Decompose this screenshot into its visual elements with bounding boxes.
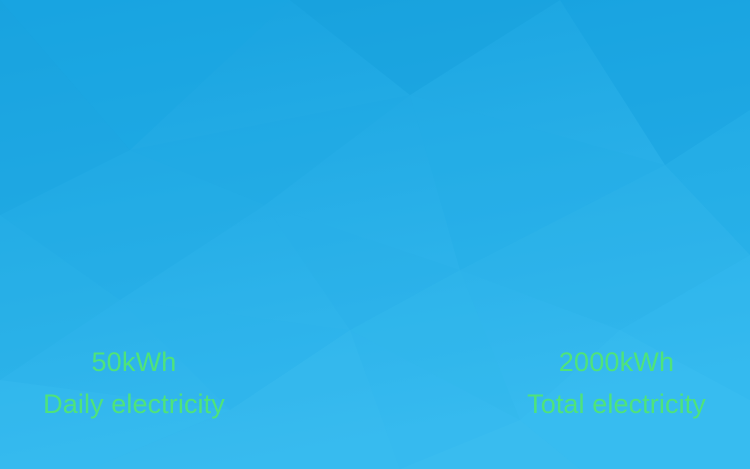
total-electricity-value: 2000kWh (558, 347, 675, 377)
total-electricity-label: Total electricity (527, 389, 706, 419)
total-electricity-stat: 2000kWh Total electricity (503, 345, 730, 421)
daily-electricity-value: 50kWh (91, 347, 177, 377)
daily-electricity-label: Daily electricity (43, 389, 225, 419)
daily-electricity-stat: 50kWh Daily electricity (20, 345, 248, 421)
